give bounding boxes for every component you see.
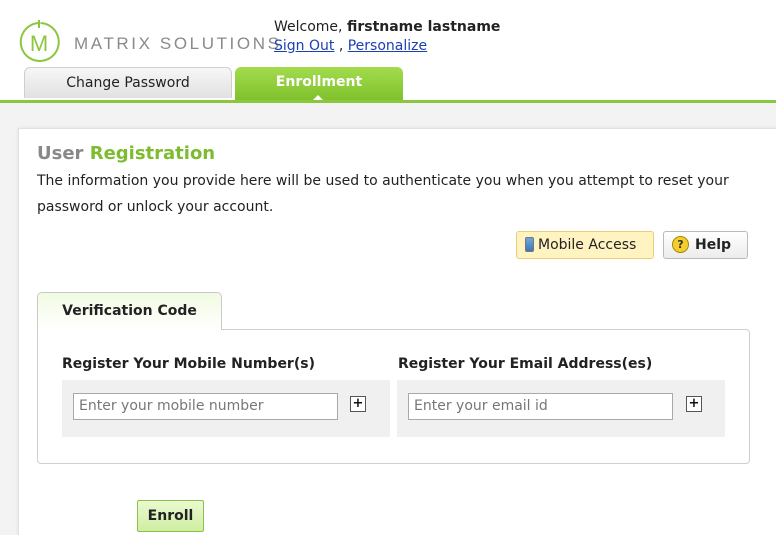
sign-out-link[interactable]: Sign Out xyxy=(274,38,334,54)
email-address-label: Register Your Email Address(es) xyxy=(398,356,653,372)
help-label: Help xyxy=(695,237,732,253)
page-title-part1: User xyxy=(37,143,84,164)
tab-underline xyxy=(0,100,776,103)
mobile-number-label: Register Your Mobile Number(s) xyxy=(62,356,315,372)
page-description: The information you provide here will be… xyxy=(37,173,729,215)
tab-enrollment-label: Enrollment xyxy=(275,74,363,90)
tab-change-password[interactable]: Change Password xyxy=(24,67,232,98)
mobile-phone-icon xyxy=(525,237,534,252)
tab-enrollment[interactable]: Enrollment xyxy=(235,67,403,103)
mobile-access-button[interactable]: Mobile Access xyxy=(516,231,654,259)
welcome-prefix: Welcome, xyxy=(274,19,343,35)
account-links: Sign Out , Personalize xyxy=(274,38,427,54)
matrix-logo-icon: M xyxy=(19,20,60,62)
help-icon: ? xyxy=(672,236,689,253)
mobile-access-label: Mobile Access xyxy=(538,237,637,253)
help-button[interactable]: ? Help xyxy=(663,231,748,259)
svg-text:M: M xyxy=(30,31,48,56)
personalize-link[interactable]: Personalize xyxy=(348,38,427,54)
enroll-button[interactable]: Enroll xyxy=(137,500,204,532)
page-title: User Registration xyxy=(37,143,215,164)
link-separator: , xyxy=(338,38,344,54)
mobile-number-input[interactable]: Enter your mobile number xyxy=(73,393,338,420)
page-title-part2: Registration xyxy=(89,143,216,164)
add-email-button[interactable]: + xyxy=(686,396,702,412)
welcome-message: Welcome, firstname lastname xyxy=(274,19,500,35)
header: M MATRIX SOLUTIONS Welcome, firstname la… xyxy=(0,0,776,103)
tab-verification-code[interactable]: Verification Code xyxy=(37,292,222,330)
add-mobile-button[interactable]: + xyxy=(350,396,366,412)
email-input[interactable]: Enter your email id xyxy=(408,393,673,420)
user-name: firstname lastname xyxy=(346,19,501,35)
brand-name: MATRIX SOLUTIONS xyxy=(74,34,282,53)
